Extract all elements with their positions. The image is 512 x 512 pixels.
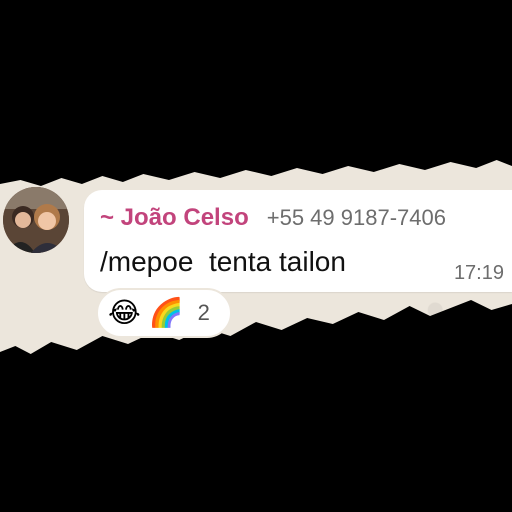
rainbow-cloud-emoji-icon: 🌈 [148,296,184,329]
laughing-tears-emoji-icon: 😂 [108,296,141,329]
sender-avatar[interactable] [3,187,69,253]
avatar-photo-icon [3,187,69,253]
message-timestamp: 17:19 [453,262,504,284]
reaction-count: 2 [197,300,210,325]
message-bubble[interactable]: ~ João Celso +55 49 9187-7406 /mepoe ten… [84,190,512,292]
reactions-pill[interactable]: 😂 🌈 2 [96,288,232,338]
sender-name[interactable]: ~ João Celso [100,204,249,232]
screenshot-stage: ~ João Celso +55 49 9187-7406 /mepoe ten… [0,0,512,512]
sender-phone: +55 49 9187-7406 [266,205,446,230]
sender-row: ~ João Celso +55 49 9187-7406 [100,204,502,232]
message-text: /mepoe tenta tailon [100,246,346,277]
